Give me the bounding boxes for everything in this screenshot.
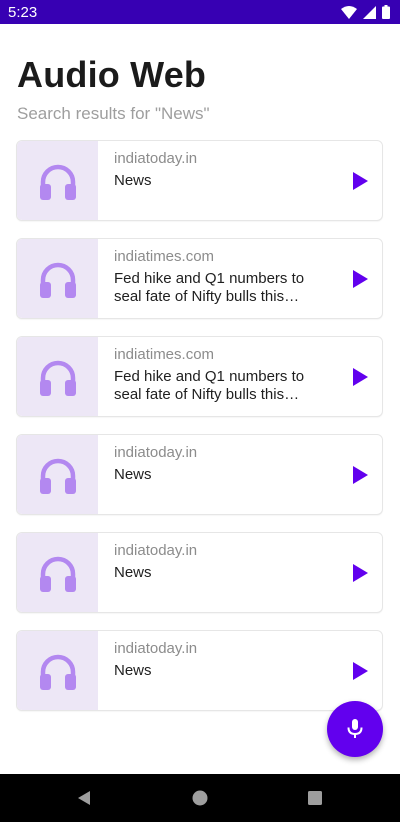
result-thumbnail: [17, 239, 98, 318]
status-time: 5:23: [8, 3, 38, 21]
headphones-icon: [39, 654, 76, 690]
recents-square-icon: [308, 791, 322, 805]
home-circle-icon: [192, 790, 208, 806]
result-card[interactable]: indiatoday.in News: [16, 630, 383, 711]
play-icon: [353, 368, 368, 386]
play-icon: [353, 466, 368, 484]
page-title: Audio Web: [17, 54, 207, 95]
play-icon: [353, 662, 368, 680]
play-icon: [353, 172, 368, 190]
back-triangle-icon: [78, 791, 90, 805]
result-title: News: [114, 172, 152, 189]
result-source: indiatoday.in: [114, 444, 198, 461]
home-button[interactable]: [190, 788, 210, 808]
play-button[interactable]: [350, 367, 370, 387]
result-card[interactable]: indiatimes.com Fed hike and Q1 numbers to…: [16, 336, 383, 417]
result-thumbnail: [17, 533, 98, 612]
navigation-bar: [0, 774, 400, 822]
headphones-icon: [39, 556, 76, 592]
recents-button[interactable]: [305, 788, 325, 808]
headphones-icon: [39, 164, 76, 200]
result-source: indiatoday.in: [114, 640, 198, 657]
headphones-icon: [39, 458, 76, 494]
result-title: Fed hike and Q1 numbers to seal fate of …: [114, 270, 305, 305]
status-icons: [341, 5, 390, 19]
results-list: indiatoday.in News indiatimes.com Fed hike …: [16, 140, 384, 728]
play-button[interactable]: [350, 563, 370, 583]
result-title: News: [114, 466, 152, 483]
play-icon: [353, 270, 368, 288]
result-thumbnail: [17, 337, 98, 416]
result-card[interactable]: indiatoday.in News: [16, 140, 383, 221]
wifi-icon: [341, 5, 357, 19]
voice-search-button[interactable]: [327, 701, 383, 757]
play-button[interactable]: [350, 269, 370, 289]
play-icon: [353, 564, 368, 582]
result-source: indiatoday.in: [114, 542, 198, 559]
result-thumbnail: [17, 141, 98, 220]
microphone-icon: [347, 719, 363, 738]
status-bar: 5:23: [0, 0, 400, 24]
result-source: indiatoday.in: [114, 150, 198, 167]
result-source: indiatimes.com: [114, 248, 215, 265]
battery-icon: [382, 5, 390, 19]
play-button[interactable]: [350, 661, 370, 681]
result-title: News: [114, 662, 152, 679]
back-button[interactable]: [74, 788, 94, 808]
headphones-icon: [39, 262, 76, 298]
play-button[interactable]: [350, 465, 370, 485]
result-card[interactable]: indiatoday.in News: [16, 434, 383, 515]
result-thumbnail: [17, 631, 98, 710]
headphones-icon: [39, 360, 76, 396]
result-thumbnail: [17, 435, 98, 514]
search-subtitle: Search results for "News": [17, 104, 210, 123]
play-button[interactable]: [350, 171, 370, 191]
signal-icon: [363, 5, 376, 19]
result-card[interactable]: indiatoday.in News: [16, 532, 383, 613]
result-source: indiatimes.com: [114, 346, 215, 363]
result-title: News: [114, 564, 152, 581]
result-card[interactable]: indiatimes.com Fed hike and Q1 numbers to…: [16, 238, 383, 319]
result-title: Fed hike and Q1 numbers to seal fate of …: [114, 368, 305, 403]
